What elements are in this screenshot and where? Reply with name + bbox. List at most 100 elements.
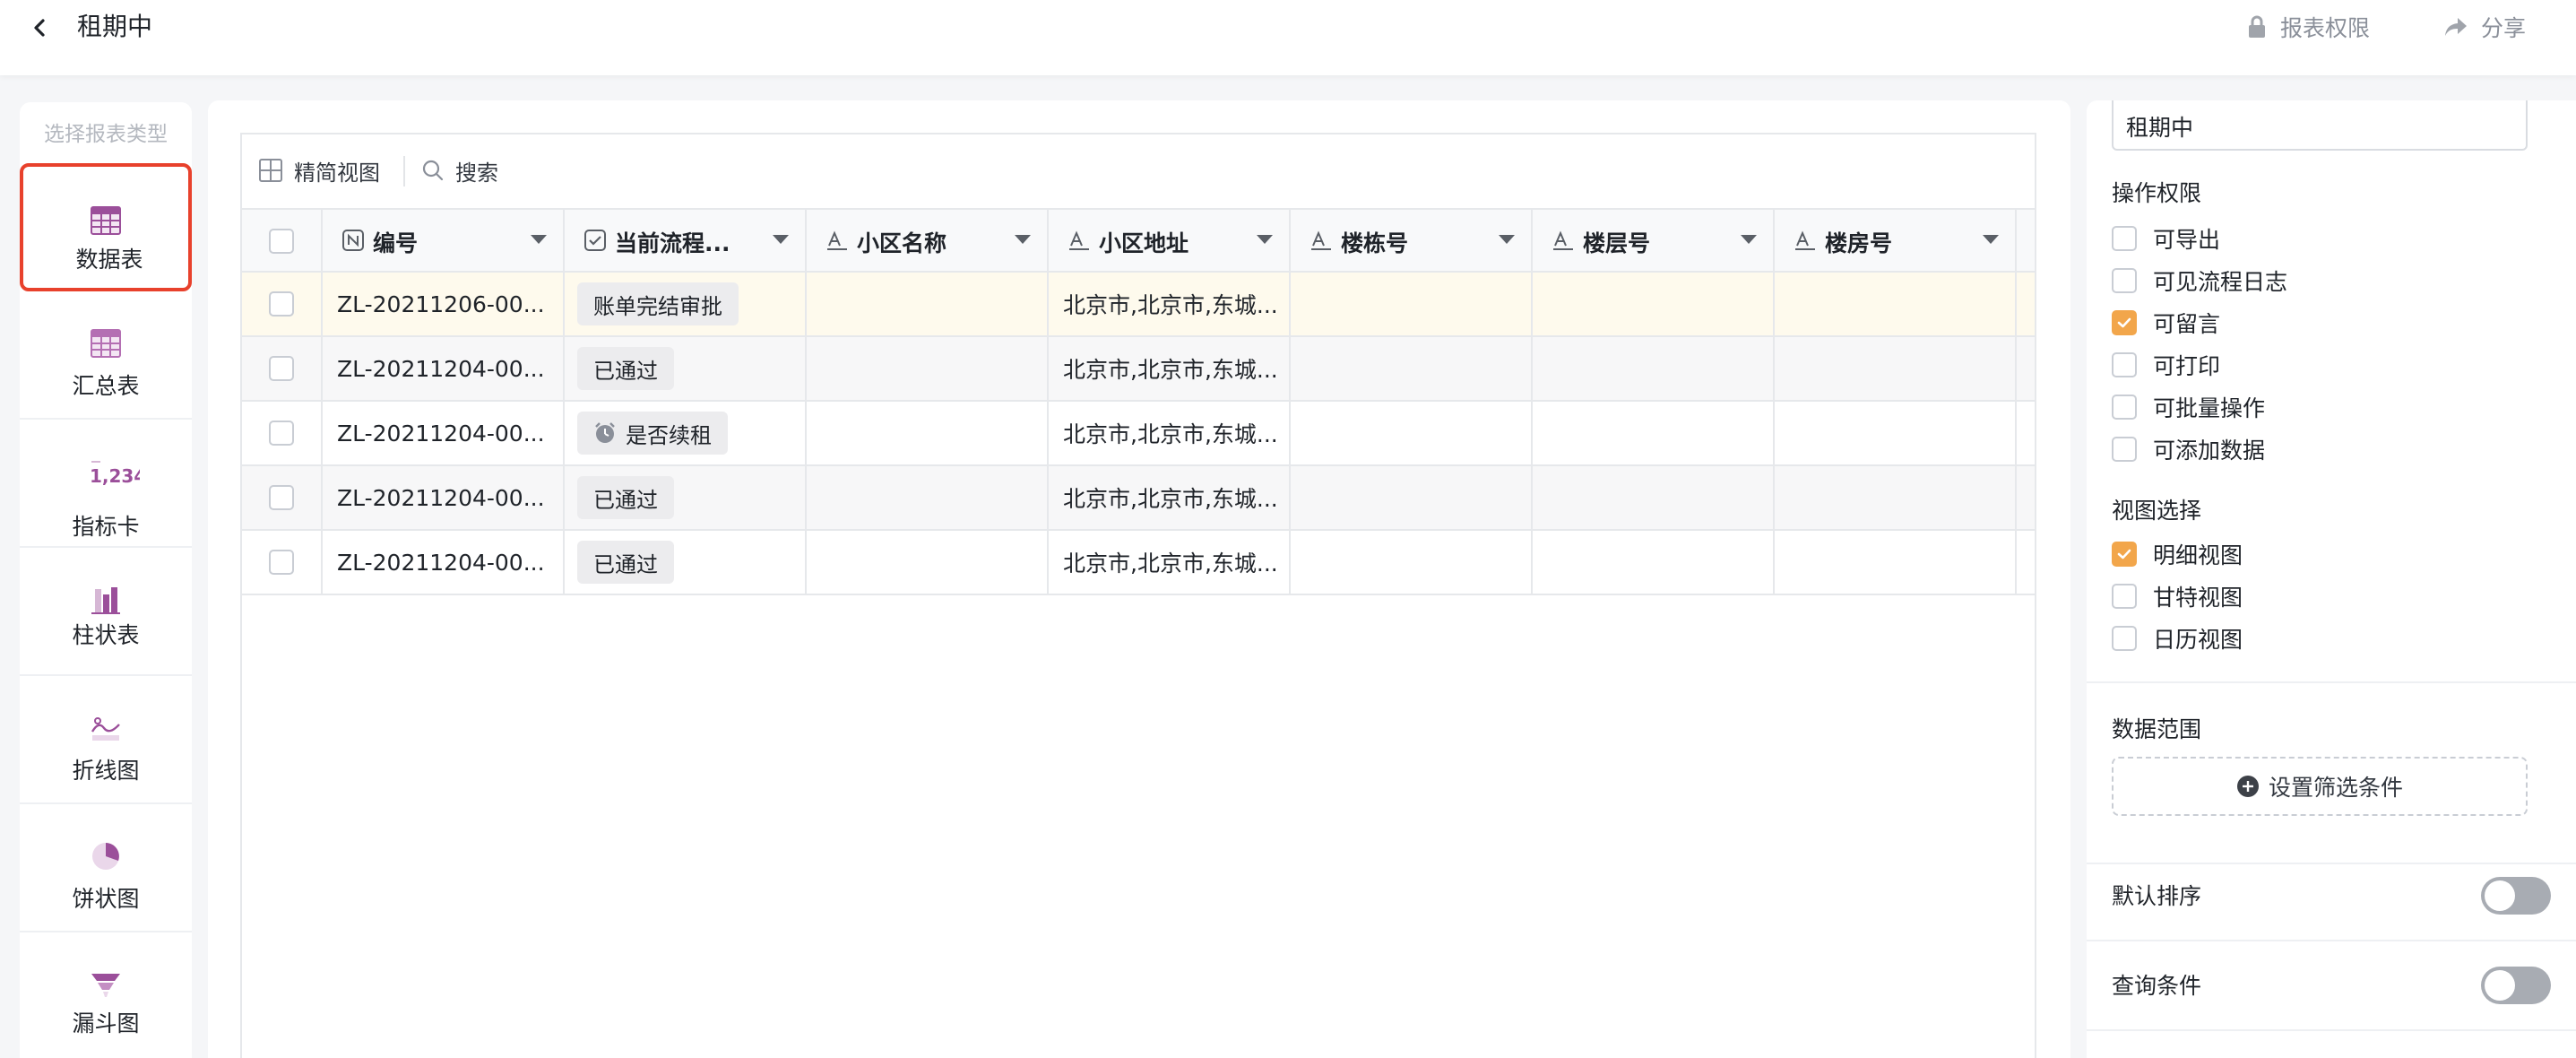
- report-type-panel: 选择报表类型 数据表 汇总表 1,23 指标卡 柱状表 折线图 饼状图 漏斗图: [20, 102, 192, 1058]
- report-type-data-table[interactable]: 数据表: [20, 163, 192, 291]
- column-menu-caret-icon[interactable]: [1741, 235, 1757, 244]
- operation-permission-option[interactable]: 可打印: [2112, 349, 2220, 381]
- id-text: ZL-20211204-00...: [337, 355, 545, 382]
- select-all-checkbox[interactable]: [269, 229, 294, 254]
- column-menu-caret-icon[interactable]: [1499, 235, 1515, 244]
- column-header-community-name[interactable]: 小区名称: [807, 210, 1049, 273]
- column-header-floor-no[interactable]: 楼层号: [1533, 210, 1775, 273]
- table-row[interactable]: ZL-20211204-00... 已通过 北京市,北京市,东城...: [242, 337, 2035, 402]
- view-selection-option[interactable]: 甘特视图: [2112, 580, 2243, 612]
- compact-view-label: 精简视图: [294, 160, 380, 186]
- room-cell: [1775, 273, 2017, 335]
- report-type-pie-chart[interactable]: 饼状图: [20, 804, 192, 932]
- checkbox-unchecked[interactable]: [2112, 584, 2137, 609]
- checkbox-unchecked[interactable]: [2112, 352, 2137, 377]
- address-text: 北京市,北京市,东城...: [1063, 357, 1278, 383]
- number-field-icon: [342, 230, 364, 251]
- share-button[interactable]: 分享: [2443, 9, 2526, 45]
- text-field-icon: [827, 230, 847, 250]
- column-menu-caret-icon[interactable]: [773, 235, 789, 244]
- report-type-funnel-chart[interactable]: 漏斗图: [20, 932, 192, 1058]
- table-row[interactable]: ZL-20211204-00... 是否续租 北京市,北京市,东城...: [242, 402, 2035, 466]
- default-sort-row: 默认排序: [2112, 873, 2551, 918]
- checkbox-checked[interactable]: [2112, 310, 2137, 335]
- column-header-room-no[interactable]: 楼房号: [1775, 210, 2017, 273]
- column-header-community-address[interactable]: 小区地址: [1049, 210, 1291, 273]
- row-checkbox[interactable]: [269, 356, 294, 381]
- floor-cell: [1533, 531, 1775, 594]
- status-badge: 已通过: [577, 347, 674, 390]
- summary-table-icon: [91, 329, 121, 358]
- community-cell: [807, 531, 1049, 594]
- query-condition-label: 查询条件: [2112, 973, 2202, 999]
- status-badge: 是否续租: [577, 412, 728, 455]
- report-type-label: 折线图: [72, 758, 140, 784]
- floor-cell: [1533, 337, 1775, 400]
- view-selection-option[interactable]: 日历视图: [2112, 622, 2243, 655]
- report-type-line-chart[interactable]: 折线图: [20, 676, 192, 804]
- room-cell: [1775, 466, 2017, 529]
- checkbox-checked[interactable]: [2112, 542, 2137, 567]
- report-type-label: 柱状表: [72, 622, 140, 648]
- table-row[interactable]: ZL-20211204-00... 已通过 北京市,北京市,东城...: [242, 466, 2035, 531]
- text-field-icon: [1553, 230, 1573, 250]
- view-selection-label: 甘特视图: [2153, 585, 2243, 611]
- report-permissions-button[interactable]: 报表权限: [2246, 9, 2370, 45]
- row-checkbox[interactable]: [269, 291, 294, 317]
- page-title: 租期中: [77, 12, 153, 41]
- column-header-building-no[interactable]: 楼栋号: [1291, 210, 1533, 273]
- checkbox-unchecked[interactable]: [2112, 626, 2137, 651]
- column-header-id[interactable]: 编号: [323, 210, 565, 273]
- operation-permission-option[interactable]: 可留言: [2112, 307, 2220, 339]
- address-text: 北京市,北京市,东城...: [1063, 551, 1278, 577]
- building-cell: [1291, 402, 1533, 464]
- report-type-bar-chart[interactable]: 柱状表: [20, 548, 192, 676]
- default-sort-toggle[interactable]: [2481, 877, 2551, 915]
- compact-view-button[interactable]: 精简视图: [258, 152, 380, 188]
- floor-cell: [1533, 273, 1775, 335]
- set-filter-conditions-button[interactable]: 设置筛选条件: [2112, 757, 2528, 816]
- column-header-label: 楼层号: [1583, 230, 1651, 256]
- id-cell: ZL-20211206-00...: [323, 273, 565, 335]
- checkbox-unchecked[interactable]: [2112, 395, 2137, 420]
- search-button[interactable]: 搜索: [421, 152, 498, 188]
- operation-permission-option[interactable]: 可批量操作: [2112, 391, 2265, 423]
- report-name-input[interactable]: [2112, 100, 2528, 151]
- query-condition-toggle[interactable]: [2481, 967, 2551, 1004]
- report-type-label: 饼状图: [72, 886, 140, 912]
- operation-permissions-title: 操作权限: [2112, 180, 2202, 206]
- column-menu-caret-icon[interactable]: [1015, 235, 1031, 244]
- search-label: 搜索: [455, 160, 498, 186]
- column-menu-caret-icon[interactable]: [1983, 235, 1999, 244]
- column-header-current-process[interactable]: 当前流程...: [565, 210, 807, 273]
- select-all-cell: [242, 210, 323, 273]
- operation-permission-option[interactable]: 可导出: [2112, 222, 2220, 255]
- id-cell: ZL-20211204-00...: [323, 531, 565, 594]
- operation-permission-option[interactable]: 可见流程日志: [2112, 264, 2287, 297]
- set-filter-conditions-label: 设置筛选条件: [2268, 775, 2403, 801]
- view-selection-title: 视图选择: [2112, 498, 2202, 524]
- table-row[interactable]: ZL-20211204-00... 已通过 北京市,北京市,东城...: [242, 531, 2035, 595]
- column-menu-caret-icon[interactable]: [1257, 235, 1273, 244]
- checkbox-unchecked[interactable]: [2112, 268, 2137, 293]
- id-text: ZL-20211204-00...: [337, 484, 545, 511]
- row-checkbox[interactable]: [269, 485, 294, 510]
- row-checkbox[interactable]: [269, 550, 294, 575]
- operation-permission-option[interactable]: 可添加数据: [2112, 433, 2265, 465]
- row-checkbox[interactable]: [269, 421, 294, 446]
- table-row[interactable]: ZL-20211206-00... 账单完结审批 北京市,北京市,东城...: [242, 273, 2035, 337]
- address-cell: 北京市,北京市,东城...: [1049, 466, 1291, 529]
- report-type-metric-card[interactable]: 1,234 指标卡: [20, 420, 192, 548]
- building-cell: [1291, 531, 1533, 594]
- status-cell: 已通过: [565, 337, 807, 400]
- column-header-label: 编号: [373, 230, 419, 256]
- checkbox-unchecked[interactable]: [2112, 226, 2137, 251]
- metric-card-icon-text: 1,234: [90, 465, 140, 487]
- back-arrow-icon[interactable]: [27, 13, 52, 43]
- view-selection-label: 日历视图: [2153, 627, 2243, 653]
- checkbox-unchecked[interactable]: [2112, 437, 2137, 462]
- checkbox-field-icon: [584, 230, 606, 251]
- view-selection-option[interactable]: 明细视图: [2112, 538, 2243, 570]
- column-menu-caret-icon[interactable]: [531, 235, 547, 244]
- report-type-summary-table[interactable]: 汇总表: [20, 291, 192, 420]
